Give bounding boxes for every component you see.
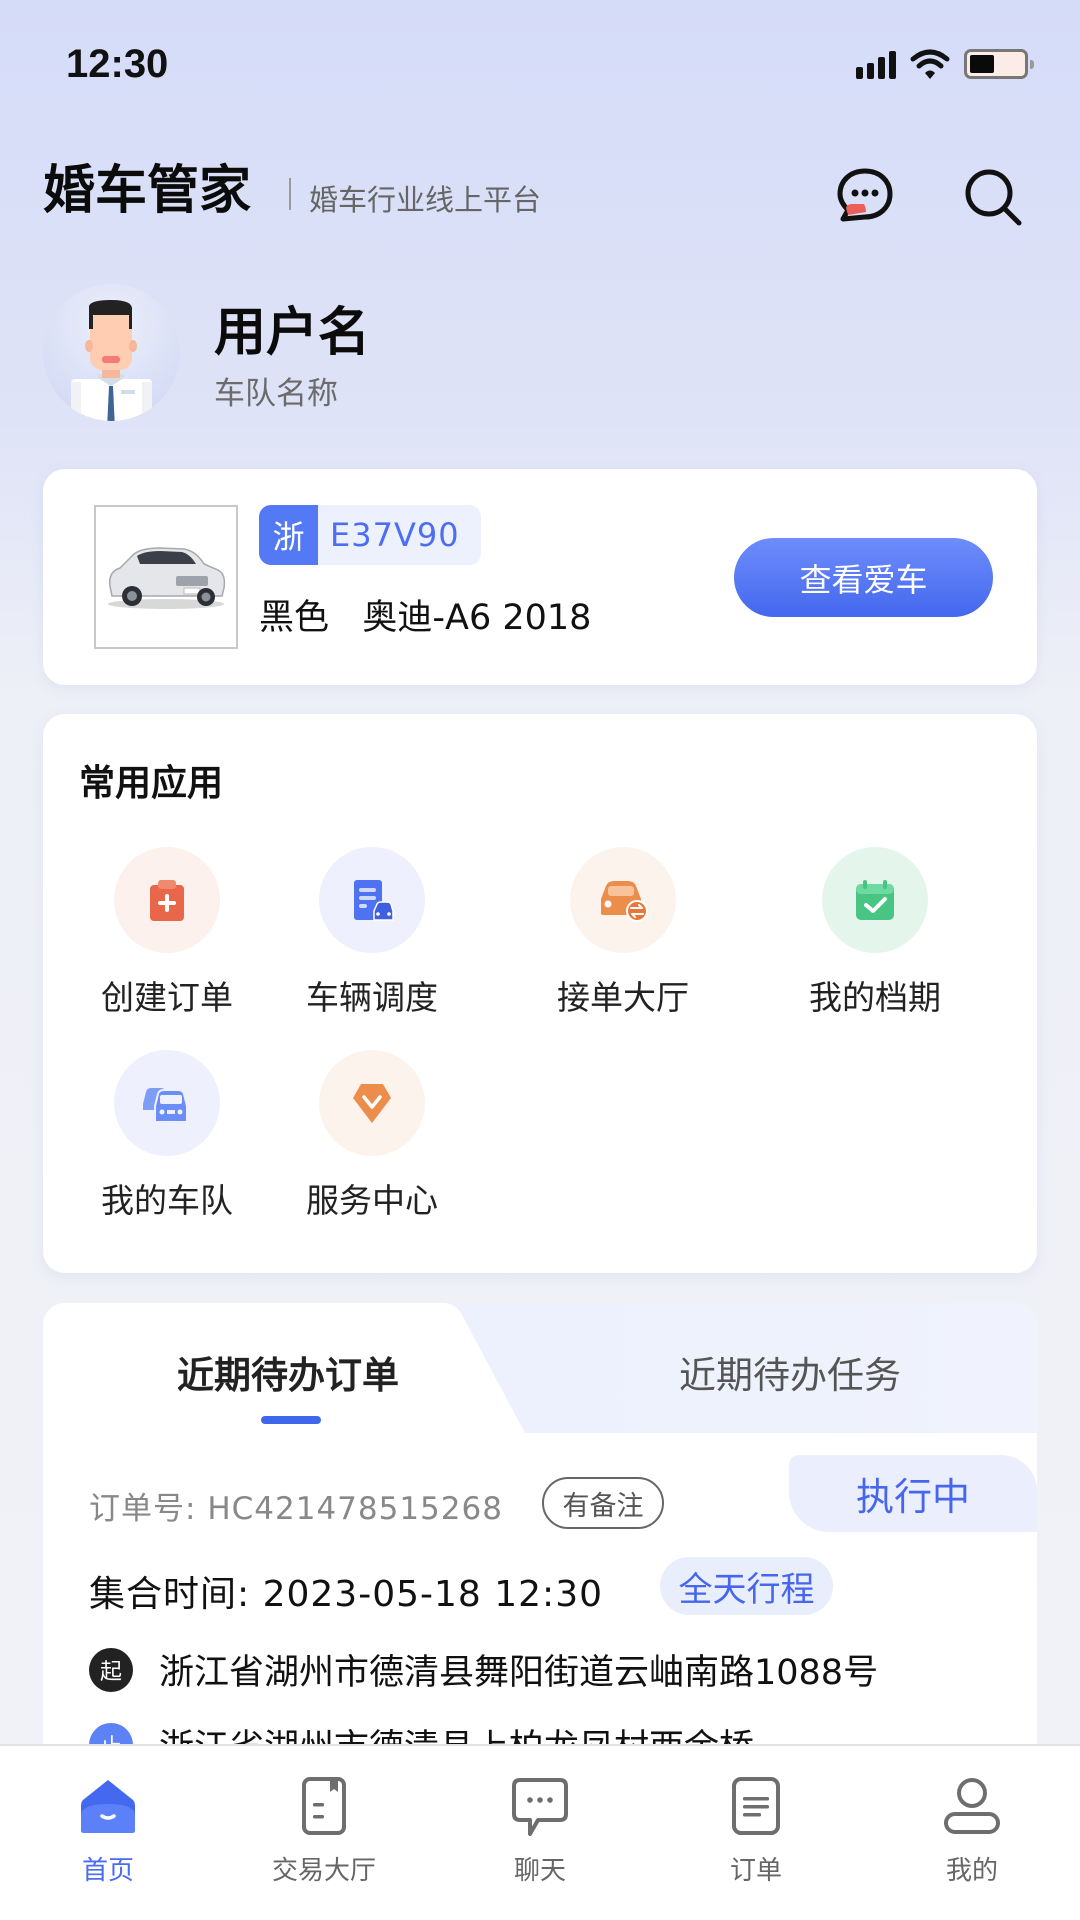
app-label: 接单大厅 — [557, 978, 689, 1017]
car-fleet-icon — [143, 1088, 188, 1123]
app-icon-bg — [570, 847, 676, 953]
tab-active-indicator — [261, 1416, 321, 1424]
app-order-hall[interactable]: 接单大厅 — [523, 847, 723, 1019]
tabbar-label: 订单 — [729, 1856, 782, 1886]
app-icon-bg — [114, 847, 220, 953]
search-button[interactable] — [962, 166, 1024, 228]
app-icon-bg — [822, 847, 928, 953]
tabbar-trade-hall[interactable]: 交易大厅 — [254, 1776, 394, 1887]
signal-icon — [856, 49, 896, 79]
gather-time-value: 2023-05-18 12:30 — [262, 1574, 603, 1615]
tabbar-mine[interactable]: 我的 — [902, 1776, 1042, 1887]
calendar-check-icon — [856, 880, 894, 920]
app-label: 创建订单 — [101, 978, 233, 1017]
order-number-label: 订单号: — [89, 1491, 197, 1527]
username: 用户名 — [214, 303, 371, 363]
car-image-icon — [108, 547, 226, 609]
tabbar-label: 首页 — [81, 1856, 134, 1886]
apps-title: 常用应用 — [79, 763, 224, 804]
tab-recent-orders[interactable]: 近期待办订单 — [43, 1345, 533, 1399]
message-icon — [837, 168, 893, 222]
car-exchange-icon — [601, 881, 648, 922]
app-icon-bg — [319, 847, 425, 953]
car-card: 浙 E37V90 黑色 奥迪-A6 2018 查看爱车 — [43, 469, 1037, 685]
app-label: 车辆调度 — [306, 978, 438, 1017]
clipboard-plus-icon — [150, 880, 184, 921]
user-icon — [944, 1778, 1000, 1834]
order-number[interactable]: 订单号: HC421478515268 — [89, 1483, 503, 1528]
car-thumbnail[interactable] — [94, 505, 238, 649]
battery-icon — [964, 49, 1034, 79]
message-button[interactable] — [836, 166, 894, 224]
app-title: 婚车管家 — [43, 161, 252, 221]
avatar-person-icon — [71, 300, 152, 421]
tabbar-chat[interactable]: 聊天 — [470, 1776, 610, 1887]
app-label: 服务中心 — [306, 1181, 438, 1220]
apps-card: 常用应用 创建订单 车辆调度 接单大厅 我的档期 我的车队 服务中心 — [43, 714, 1037, 1273]
plate-number: E37V90 — [330, 516, 460, 554]
tabbar-label: 交易大厅 — [271, 1856, 376, 1886]
order-list-icon — [732, 1777, 780, 1835]
status-icons — [856, 48, 1034, 80]
app-my-schedule[interactable]: 我的档期 — [775, 847, 975, 1019]
app-icon-bg — [319, 1050, 425, 1156]
tab-recent-tasks[interactable]: 近期待办任务 — [543, 1345, 1037, 1399]
team-name: 车队名称 — [214, 376, 338, 412]
car-color: 黑色 — [259, 598, 330, 638]
view-car-button[interactable]: 查看爱车 — [734, 538, 993, 617]
app-label: 我的车队 — [101, 1181, 233, 1220]
order-number-value: HC421478515268 — [207, 1491, 503, 1527]
car-desc-spacer — [329, 598, 362, 638]
status-time: 12:30 — [66, 42, 169, 86]
car-model: 奥迪-A6 2018 — [362, 598, 592, 638]
document-car-icon — [354, 880, 394, 921]
trip-type-badge: 全天行程 — [660, 1557, 833, 1615]
car-description: 黑色 奥迪-A6 2018 — [259, 589, 591, 640]
tabbar-label: 我的 — [945, 1856, 998, 1886]
wifi-icon — [910, 49, 950, 79]
start-address: 浙江省湖州市德清县舞阳街道云岫南路1088号 — [159, 1653, 879, 1693]
license-plate: 浙 E37V90 — [259, 505, 481, 565]
app-my-fleet[interactable]: 我的车队 — [67, 1050, 267, 1222]
plate-province: 浙 — [259, 505, 318, 565]
gather-time-label: 集合时间: — [89, 1574, 251, 1615]
gather-time: 集合时间: 2023-05-18 12:30 — [89, 1565, 603, 1617]
home-icon — [81, 1780, 135, 1833]
tabbar-orders[interactable]: 订单 — [686, 1776, 826, 1887]
app-create-order[interactable]: 创建订单 — [67, 847, 267, 1019]
bookmark-doc-icon — [302, 1777, 346, 1835]
orders-card: 近期待办订单 近期待办任务 订单号: HC421478515268 有备注 执行… — [43, 1303, 1037, 1803]
diamond-service-icon — [353, 1084, 391, 1123]
chat-bubble-icon — [512, 1778, 568, 1836]
address-start: 起 浙江省湖州市德清县舞阳街道云岫南路1088号 — [89, 1644, 878, 1695]
tabbar-label: 聊天 — [513, 1856, 566, 1886]
bottom-tab-bar: 首页 交易大厅 聊天 订单 我的 — [0, 1744, 1080, 1920]
start-marker-icon: 起 — [89, 1647, 133, 1692]
app-service-center[interactable]: 服务中心 — [272, 1050, 472, 1222]
search-icon — [965, 169, 1022, 226]
app-label: 我的档期 — [809, 978, 941, 1017]
note-badge[interactable]: 有备注 — [542, 1477, 664, 1529]
avatar[interactable] — [43, 284, 180, 421]
status-badge: 执行中 — [789, 1455, 1037, 1532]
app-subtitle: 婚车行业线上平台 — [309, 183, 542, 217]
tabbar-home[interactable]: 首页 — [38, 1776, 178, 1887]
app-vehicle-dispatch[interactable]: 车辆调度 — [272, 847, 472, 1019]
app-icon-bg — [114, 1050, 220, 1156]
title-divider — [289, 178, 291, 210]
